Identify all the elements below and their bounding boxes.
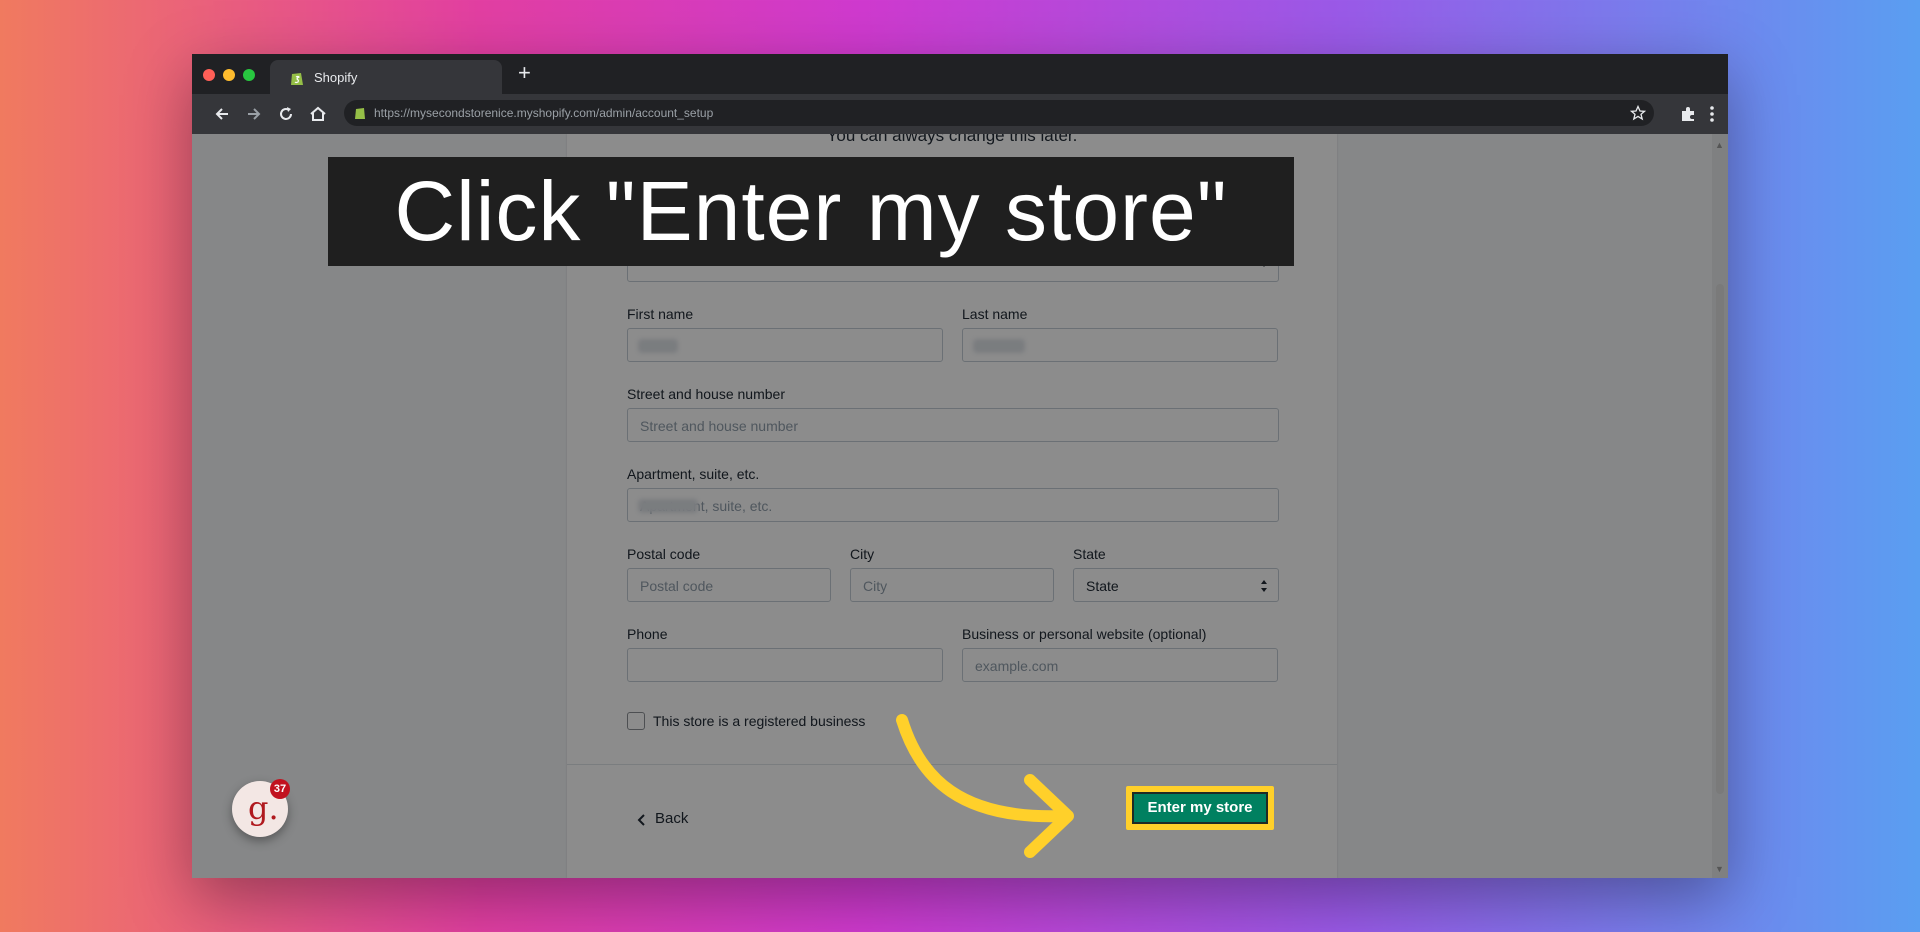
scroll-up-icon[interactable]: ▲	[1715, 140, 1724, 150]
scroll-thumb[interactable]	[1716, 284, 1724, 794]
website-label: Business or personal website (optional)	[962, 626, 1207, 642]
postal-code-placeholder: Postal code	[640, 578, 714, 594]
postal-code-input[interactable]: Postal code	[627, 568, 831, 602]
reload-icon[interactable]	[276, 104, 296, 124]
close-window-button[interactable]	[203, 69, 215, 81]
street-placeholder: Street and house number	[640, 418, 798, 434]
state-label: State	[1073, 546, 1106, 562]
first-name-input[interactable]	[627, 328, 943, 362]
change-later-text: You can always change this later.	[826, 134, 1078, 145]
website-input[interactable]: example.com	[962, 648, 1278, 682]
shopify-icon	[291, 73, 303, 85]
last-name-label: Last name	[962, 306, 1028, 322]
website-placeholder: example.com	[975, 658, 1059, 674]
redacted-value	[973, 339, 1025, 353]
phone-label: Phone	[627, 626, 668, 642]
guidde-widget[interactable]: g. 37	[232, 779, 290, 837]
tab-title: Shopify	[314, 70, 358, 85]
registered-business-checkbox[interactable]	[627, 712, 645, 730]
minimize-window-button[interactable]	[223, 69, 235, 81]
new-tab-button[interactable]: +	[518, 62, 531, 84]
state-select[interactable]: State	[1073, 568, 1279, 602]
chevron-left-icon	[637, 814, 645, 826]
redacted-value	[638, 499, 698, 513]
tab-shopify[interactable]: Shopify	[270, 60, 502, 96]
apartment-label: Apartment, suite, etc.	[627, 466, 760, 482]
forward-arrow-icon[interactable]	[244, 104, 264, 124]
enter-my-store-button[interactable]: Enter my store	[1126, 786, 1274, 830]
postal-code-label: Postal code	[627, 546, 701, 562]
notification-badge: 37	[270, 779, 290, 799]
select-arrows-icon	[1261, 580, 1267, 592]
street-input[interactable]: Street and house number	[627, 408, 1279, 442]
city-label: City	[850, 546, 875, 562]
browser-toolbar: https://mysecondstorenice.myshopify.com/…	[192, 94, 1728, 134]
state-value: State	[1086, 578, 1119, 594]
address-bar[interactable]: https://mysecondstorenice.myshopify.com/…	[344, 100, 1654, 126]
url-text: https://mysecondstorenice.myshopify.com/…	[374, 106, 714, 120]
extensions-puzzle-icon[interactable]	[1678, 104, 1698, 124]
bookmark-star-icon[interactable]	[1630, 105, 1646, 121]
pointer-arrow-icon	[896, 714, 1074, 858]
phone-input[interactable]	[627, 648, 943, 682]
home-icon[interactable]	[308, 104, 328, 124]
back-button[interactable]: Back	[655, 810, 688, 827]
apartment-input[interactable]: Apartment, suite, etc.	[627, 488, 1279, 522]
city-input[interactable]: City	[850, 568, 1054, 602]
scroll-down-icon[interactable]: ▼	[1715, 864, 1724, 874]
instruction-banner: Click "Enter my store"	[328, 157, 1294, 266]
city-placeholder: City	[863, 578, 888, 594]
street-label: Street and house number	[627, 386, 785, 402]
back-arrow-icon[interactable]	[212, 104, 232, 124]
shopify-site-icon	[355, 108, 365, 119]
tab-bar: Shopify +	[192, 54, 1728, 96]
maximize-window-button[interactable]	[243, 69, 255, 81]
more-menu-icon[interactable]	[1702, 104, 1722, 124]
redacted-value	[638, 339, 678, 353]
last-name-input[interactable]	[962, 328, 1278, 362]
first-name-label: First name	[627, 306, 694, 322]
registered-business-label: This store is a registered business	[653, 713, 866, 729]
scrollbar[interactable]: ▲ ▼	[1712, 134, 1728, 878]
